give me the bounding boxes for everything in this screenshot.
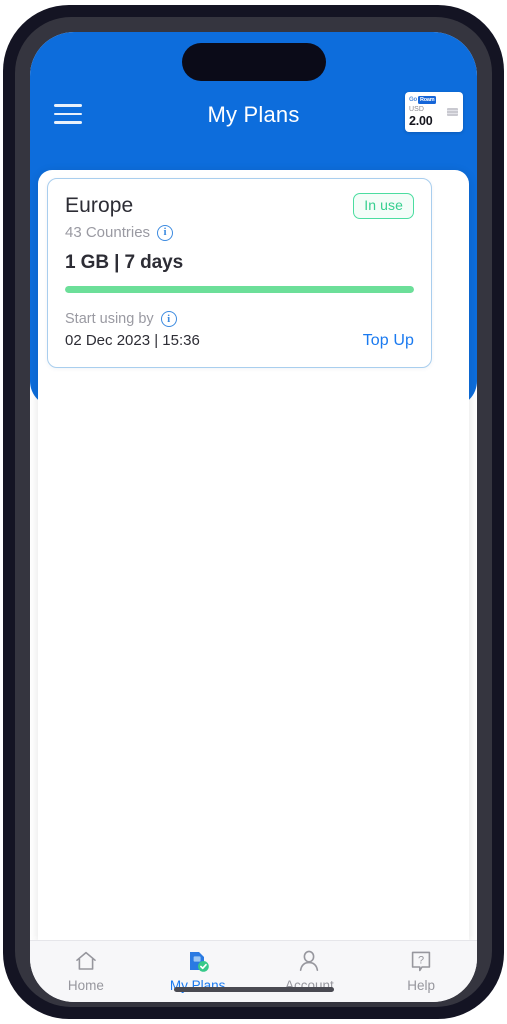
tab-home-label: Home <box>67 977 104 993</box>
plan-name: Europe <box>65 194 134 217</box>
plan-card[interactable]: Europe In use 43 Countries i 1 GB | 7 da… <box>47 178 432 368</box>
countries-row: 43 Countries i <box>65 223 414 242</box>
content-panel: Europe In use 43 Countries i 1 GB | 7 da… <box>38 170 469 940</box>
start-using-date: 02 Dec 2023 | 15:36 <box>65 332 200 349</box>
tab-home[interactable]: Home <box>30 941 142 1002</box>
start-using-info-icon[interactable]: i <box>160 311 177 327</box>
start-label-row: Start using by i <box>65 310 200 328</box>
tab-my-plans[interactable]: My Plans <box>142 941 254 1002</box>
header-bar: My Plans Go Roam USD 2.00 <box>30 80 477 150</box>
home-indicator <box>173 987 334 992</box>
plan-quota: 1 GB | 7 days <box>65 252 184 273</box>
tab-help-label: Help <box>407 977 435 993</box>
sim-card-check-icon <box>185 948 211 974</box>
dynamic-island <box>181 43 326 81</box>
plan-card-header: Europe In use <box>65 193 414 219</box>
countries-count: 43 Countries <box>65 224 151 241</box>
countries-info-icon[interactable]: i <box>157 224 174 241</box>
brand-logo-word: Go <box>409 97 417 103</box>
data-progress-fill <box>65 286 414 293</box>
start-using-label: Start using by <box>65 311 154 327</box>
person-icon <box>296 948 322 974</box>
tab-help[interactable]: ? Help <box>365 941 477 1002</box>
question-bubble-icon: ? <box>408 948 434 974</box>
flag-icon <box>447 108 458 116</box>
status-badge: In use <box>353 193 414 219</box>
phone-frame: My Plans Go Roam USD 2.00 Europe In use <box>3 5 504 1019</box>
balance-amount: 2.00 <box>409 114 433 128</box>
balance-widget[interactable]: Go Roam USD 2.00 <box>405 92 463 132</box>
svg-text:?: ? <box>418 954 424 966</box>
brand-logo: Go Roam <box>409 96 459 104</box>
top-up-button[interactable]: Top Up <box>363 331 414 351</box>
bottom-tab-bar: Home My Plans Account ? Help <box>30 940 477 1002</box>
data-progress-bar <box>65 286 414 293</box>
tab-account[interactable]: Account <box>254 941 366 1002</box>
home-icon <box>73 948 99 974</box>
plan-card-footer: Start using by i 02 Dec 2023 | 15:36 Top… <box>65 310 414 351</box>
phone-screen: My Plans Go Roam USD 2.00 Europe In use <box>30 32 477 1002</box>
start-using-block: Start using by i 02 Dec 2023 | 15:36 <box>65 310 200 351</box>
brand-logo-chip: Roam <box>417 96 437 104</box>
